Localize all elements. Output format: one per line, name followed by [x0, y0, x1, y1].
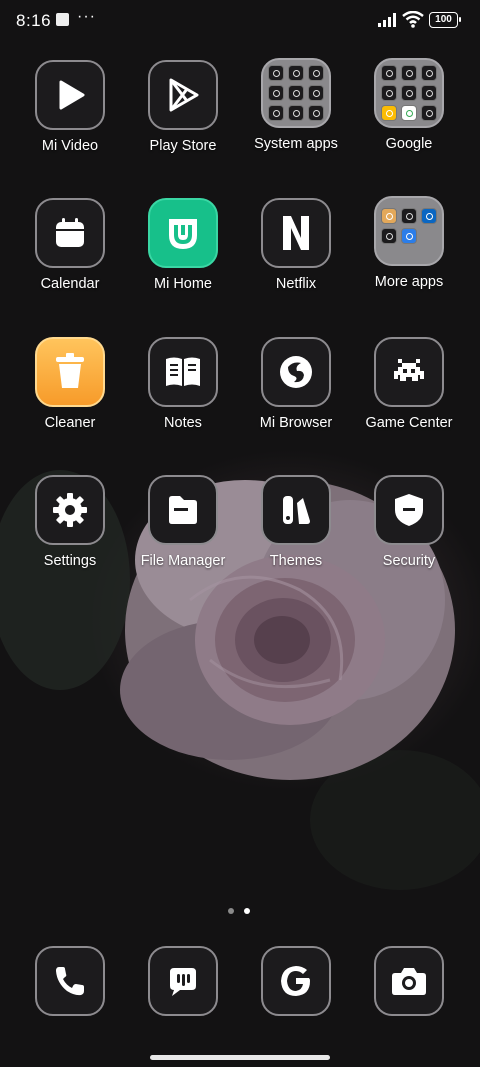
app-game-center[interactable]: Game Center — [353, 337, 465, 431]
folder-icon — [374, 58, 444, 128]
app-netflix[interactable]: Netflix — [240, 198, 352, 292]
app-themes[interactable]: Themes — [240, 475, 352, 569]
browser-icon — [261, 337, 331, 407]
dock-messages[interactable] — [148, 946, 218, 1016]
notification-icon — [56, 13, 69, 26]
app-label: Google — [385, 136, 433, 152]
app-security[interactable]: Security — [353, 475, 465, 569]
mi-home-icon — [148, 198, 218, 268]
themes-icon — [261, 475, 331, 545]
battery-icon: 100 — [429, 12, 461, 28]
shield-icon — [374, 475, 444, 545]
google-icon — [261, 946, 331, 1016]
folder-more-apps[interactable]: More apps — [353, 196, 465, 290]
page-indicator — [228, 908, 250, 914]
file-icon — [148, 475, 218, 545]
messages-icon — [148, 946, 218, 1016]
app-play-store[interactable]: Play Store — [127, 60, 239, 154]
dock-camera[interactable] — [374, 946, 444, 1016]
app-label: More apps — [374, 274, 444, 290]
play-icon — [35, 60, 105, 130]
more-notifications-icon: ··· — [77, 8, 96, 25]
folder-icon — [261, 58, 331, 128]
app-mi-browser[interactable]: Mi Browser — [240, 337, 352, 431]
status-bar: 8:16 ··· 100 — [0, 0, 480, 44]
camera-icon — [374, 946, 444, 1016]
app-label: System apps — [254, 136, 338, 152]
home-indicator[interactable] — [150, 1055, 330, 1060]
app-settings[interactable]: Settings — [14, 475, 126, 569]
app-label: File Manager — [140, 553, 226, 569]
app-label: Play Store — [149, 138, 217, 154]
signal-icon — [378, 13, 396, 27]
page-dot[interactable] — [228, 908, 234, 914]
dock-phone[interactable] — [35, 946, 105, 1016]
dock-google[interactable] — [261, 946, 331, 1016]
app-cleaner[interactable]: Cleaner — [14, 337, 126, 431]
app-label: Mi Video — [41, 138, 99, 154]
page-dot-current[interactable] — [244, 908, 250, 914]
app-label: Notes — [164, 415, 202, 431]
app-label: Netflix — [275, 276, 317, 292]
netflix-icon — [261, 198, 331, 268]
folder-icon — [374, 196, 444, 266]
app-calendar[interactable]: Calendar — [14, 198, 126, 292]
app-label: Calendar — [40, 276, 100, 292]
gear-icon — [35, 475, 105, 545]
app-label: Settings — [43, 553, 97, 569]
app-mi-home[interactable]: Mi Home — [127, 198, 239, 292]
app-label: Security — [382, 553, 436, 569]
play-store-icon — [148, 60, 218, 130]
phone-icon — [35, 946, 105, 1016]
app-label: Game Center — [365, 415, 453, 431]
app-label: Mi Browser — [259, 415, 333, 431]
space-invader-icon — [374, 337, 444, 407]
app-mi-video[interactable]: Mi Video — [14, 60, 126, 154]
status-time: 8:16 — [16, 11, 52, 30]
book-icon — [148, 337, 218, 407]
battery-level: 100 — [435, 14, 452, 25]
calendar-icon — [35, 198, 105, 268]
app-label: Mi Home — [153, 276, 212, 292]
app-file-manager[interactable]: File Manager — [127, 475, 239, 569]
app-label: Themes — [269, 553, 323, 569]
folder-system-apps[interactable]: System apps — [240, 58, 352, 152]
app-notes[interactable]: Notes — [127, 337, 239, 431]
wifi-icon — [402, 11, 424, 28]
trash-icon — [35, 337, 105, 407]
app-label: Cleaner — [44, 415, 96, 431]
folder-google[interactable]: Google — [353, 58, 465, 152]
